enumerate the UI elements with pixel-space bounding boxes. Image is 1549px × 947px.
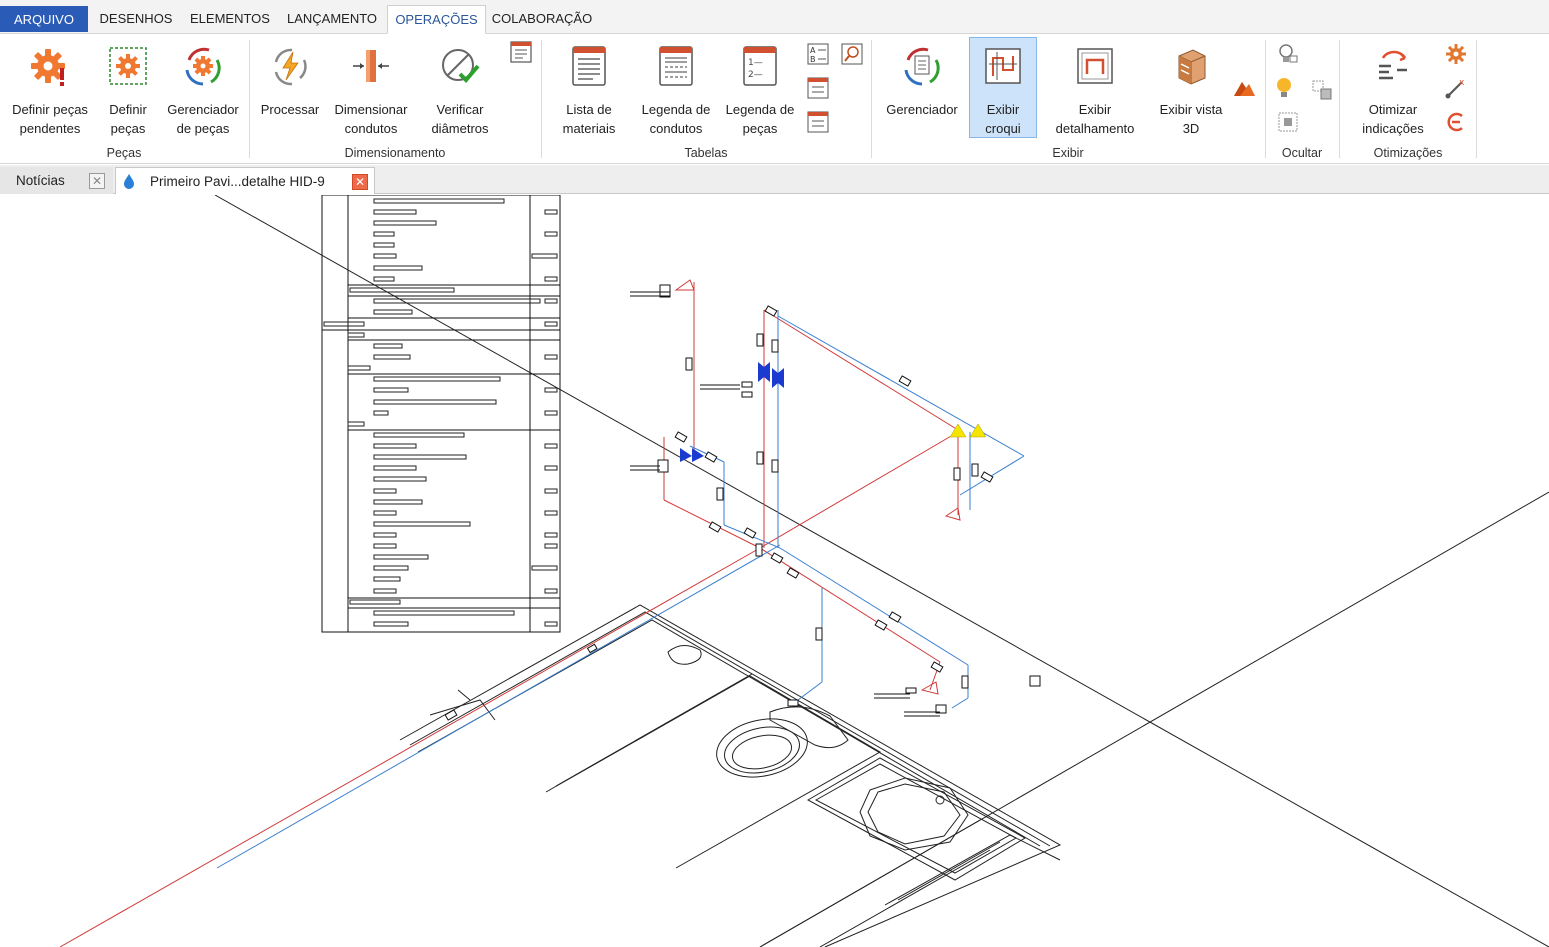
group-label-dimensionamento: Dimensionamento (344, 146, 446, 160)
svg-text:A: A (810, 46, 816, 55)
exibir-vista-3d-button[interactable]: Exibir vista 3D (1150, 38, 1232, 138)
group-label-pecas: Peças (106, 146, 142, 160)
otimizar-indicacoes-button[interactable]: Otimizar indicações (1352, 38, 1434, 138)
menu-tab-arquivo[interactable]: ARQUIVO (0, 6, 88, 32)
definir-pecas-button[interactable]: Definir peças (100, 38, 156, 138)
legenda-de-condutos-label: Legenda de condutos (641, 102, 711, 136)
hide-selection-icon[interactable] (1310, 78, 1334, 102)
materials-list-icon (572, 46, 606, 86)
otimizar-indicacoes-label: Otimizar indicações (1362, 102, 1424, 136)
svg-text:1—: 1— (748, 58, 763, 68)
line-cut-icon[interactable]: x (1444, 76, 1468, 100)
tab-current-drawing[interactable]: Primeiro Pavi...detalhe HID-9 ✕ (115, 167, 375, 194)
optimize-labels-icon (1379, 50, 1407, 80)
diameter-check-icon (442, 49, 480, 83)
gear-warning-icon (31, 49, 65, 86)
dimensionar-condutos-button[interactable]: Dimensionar condutos (327, 38, 415, 138)
menu-tab-lancamento[interactable]: LANÇAMENTO (280, 5, 384, 32)
bulb-off-icon[interactable] (1276, 42, 1300, 66)
drawing-canvas[interactable] (0, 195, 1549, 947)
group-separator (541, 40, 542, 158)
detail-view-icon (1077, 48, 1113, 84)
document-tab-bar: Notícias ✕ Primeiro Pavi...detalhe HID-9… (0, 165, 1549, 194)
svg-text:2—: 2— (748, 70, 763, 80)
table-lines-icon[interactable] (806, 110, 830, 134)
processar-button[interactable]: Processar (256, 38, 324, 138)
exibir-detalhamento-button[interactable]: Exibir detalhamento (1046, 38, 1144, 138)
manager-icon (904, 47, 940, 86)
gerenciador-de-pecas-label: Gerenciador de peças (167, 102, 239, 136)
terrain-icon[interactable] (1232, 76, 1256, 100)
group-separator (871, 40, 872, 158)
exibir-detalhamento-label: Exibir detalhamento (1055, 102, 1135, 136)
marker-triangles (949, 423, 987, 438)
parts-legend-table (321, 195, 561, 633)
group-separator (1265, 40, 1266, 158)
ribbon: Definir peças pendentes Definir peças Ge… (0, 34, 1549, 164)
lightning-process-icon (274, 48, 307, 86)
menu-tab-desenhos[interactable]: DESENHOS (92, 5, 180, 32)
dimensionar-condutos-label: Dimensionar condutos (334, 102, 408, 136)
close-icon[interactable]: ✕ (89, 173, 105, 189)
definir-pecas-pendentes-label: Definir peças pendentes (12, 102, 88, 136)
legenda-de-pecas-button[interactable]: 1— 2— Legenda de peças (720, 38, 800, 138)
bulb-on-icon[interactable] (1272, 76, 1296, 100)
exibir-vista-3d-label: Exibir vista 3D (1159, 102, 1223, 136)
table-search-icon[interactable] (840, 42, 864, 66)
gear-manager-icon (185, 47, 221, 86)
isometric-drawing (59, 195, 1549, 947)
report-icon[interactable] (509, 40, 533, 64)
menu-tab-colaboracao[interactable]: COLABORAÇÃO (488, 5, 596, 32)
hot-water-pipes (59, 279, 961, 947)
parts-legend-icon: 1— 2— (743, 46, 777, 86)
legenda-de-pecas-label: Legenda de peças (725, 102, 795, 136)
droplet-icon (124, 174, 134, 189)
group-separator (1476, 40, 1477, 158)
menu-tab-operacoes[interactable]: OPERAÇÕES (387, 5, 486, 34)
gerenciador-button[interactable]: Gerenciador (878, 38, 966, 138)
group-label-exibir: Exibir (1052, 146, 1084, 160)
definir-pecas-pendentes-button[interactable]: Definir peças pendentes (4, 38, 96, 138)
hide-element-icon[interactable] (1276, 110, 1300, 134)
label-leaders (630, 291, 940, 717)
exibir-croqui-button[interactable]: Exibir croqui (969, 37, 1037, 138)
legenda-de-condutos-button[interactable]: Legenda de condutos (634, 38, 718, 138)
sketch-view-icon (985, 48, 1021, 84)
refresh-icon[interactable] (1444, 110, 1468, 134)
verificar-diametros-label: Verificar diâmetros (431, 102, 489, 136)
tab-current-drawing-label: Primeiro Pavi...detalhe HID-9 (150, 174, 325, 189)
table-arrows-icon[interactable] (806, 76, 830, 100)
gear-select-icon (109, 47, 147, 85)
valve-symbols (680, 362, 784, 462)
tab-noticias-label: Notícias (16, 173, 65, 188)
gerenciador-label: Gerenciador (886, 102, 958, 117)
menu-bar: ARQUIVO DESENHOS ELEMENTOS LANÇAMENTO OP… (0, 0, 1549, 34)
lista-de-materiais-button[interactable]: Lista de materiais (556, 38, 622, 138)
svg-text:x: x (1459, 78, 1465, 88)
group-separator (1339, 40, 1340, 158)
svg-text:B: B (810, 55, 816, 64)
exibir-croqui-label: Exibir croqui (985, 102, 1021, 136)
table-ab-icon[interactable]: A B (806, 42, 830, 66)
lista-de-materiais-label: Lista de materiais (562, 102, 616, 136)
pipe-dimension-icon (353, 50, 389, 82)
group-label-ocultar: Ocultar (1281, 146, 1323, 160)
pipes-legend-icon (659, 46, 693, 86)
tab-noticias[interactable]: Notícias ✕ (0, 167, 113, 194)
group-label-tabelas: Tabelas (684, 146, 728, 160)
definir-pecas-label: Definir peças (109, 102, 147, 136)
group-separator (249, 40, 250, 158)
cursor-marker (1029, 675, 1041, 687)
group-label-otimizacoes: Otimizações (1373, 146, 1443, 160)
gear-icon[interactable] (1444, 42, 1468, 66)
view-3d-icon (1178, 49, 1206, 85)
floor-plan (399, 604, 1062, 947)
menu-tab-elementos[interactable]: ELEMENTOS (184, 5, 276, 32)
verificar-diametros-button[interactable]: Verificar diâmetros (418, 38, 502, 138)
gerenciador-de-pecas-button[interactable]: Gerenciador de peças (160, 38, 246, 138)
close-icon[interactable]: ✕ (352, 174, 368, 190)
processar-label: Processar (260, 102, 320, 117)
